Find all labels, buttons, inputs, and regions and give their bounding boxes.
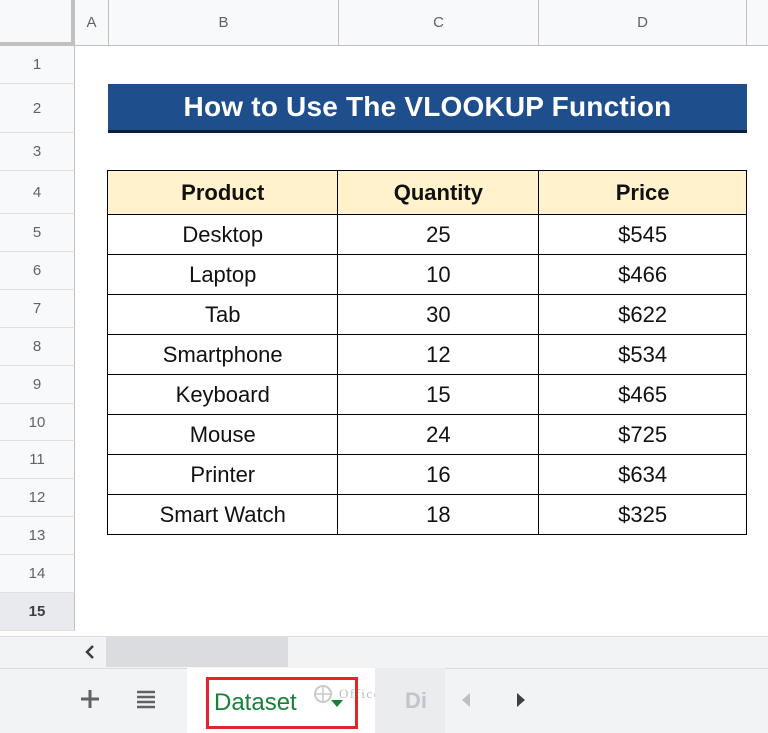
chevron-left-icon[interactable]	[75, 638, 105, 666]
row-header-6[interactable]: 6	[0, 252, 75, 290]
row-label: 7	[32, 300, 42, 317]
table-cell-price[interactable]: $325	[538, 494, 747, 535]
table-cell-price[interactable]: $725	[538, 414, 747, 455]
row-label: 13	[28, 527, 46, 544]
column-header-b[interactable]: B	[109, 0, 339, 46]
row-header-9[interactable]: 9	[0, 366, 75, 404]
table-cell-price[interactable]: $466	[538, 254, 747, 295]
table-row: Printer 16 $634	[107, 454, 747, 495]
table-cell-product[interactable]: Mouse	[107, 414, 339, 455]
table-cell-quantity[interactable]: 16	[337, 454, 540, 495]
table-cell-product[interactable]: Smart Watch	[107, 494, 339, 535]
page-title[interactable]: How to Use The VLOOKUP Function	[108, 84, 747, 133]
row-label: 11	[29, 451, 45, 468]
table-row: Laptop 10 $466	[107, 254, 747, 295]
table-cell-product[interactable]: Tab	[107, 294, 339, 335]
table-row: Smart Watch 18 $325	[107, 494, 747, 535]
row-header-14[interactable]: 14	[0, 555, 75, 593]
table-cell-quantity[interactable]: 18	[337, 494, 540, 535]
row-header-3[interactable]: 3	[0, 133, 75, 171]
table-header-price[interactable]: Price	[538, 170, 747, 215]
row-header-1[interactable]: 1	[0, 46, 75, 84]
row-header-15[interactable]: 15	[0, 593, 75, 631]
table-header-quantity[interactable]: Quantity	[337, 170, 540, 215]
row-header-12[interactable]: 12	[0, 479, 75, 517]
column-label: A	[86, 14, 97, 31]
table-row: Mouse 24 $725	[107, 414, 747, 455]
row-label: 14	[28, 565, 46, 582]
row-header-10[interactable]: 10	[0, 404, 75, 441]
menu-icon[interactable]	[131, 684, 161, 714]
column-label: C	[433, 14, 444, 31]
column-label: B	[218, 14, 229, 31]
scrollbar-thumb[interactable]	[106, 637, 288, 667]
table-cell-quantity[interactable]: 12	[337, 334, 540, 375]
product-table: Product Quantity Price Desktop 25 $545 Lapt…	[107, 170, 747, 535]
row-label: 8	[32, 338, 42, 355]
table-row: Desktop 25 $545	[107, 214, 747, 255]
row-label: 15	[28, 603, 46, 620]
row-label: 1	[32, 56, 42, 73]
column-header-d[interactable]: D	[539, 0, 747, 46]
column-label: D	[637, 14, 648, 31]
row-header-2[interactable]: 2	[0, 84, 75, 133]
tab-label: Dataset	[214, 689, 297, 716]
row-header-7[interactable]: 7	[0, 290, 75, 328]
row-header-11[interactable]: 11	[0, 441, 75, 479]
table-cell-product[interactable]: Laptop	[107, 254, 339, 295]
row-header-4[interactable]: 4	[0, 171, 75, 214]
tab-dataset-label[interactable]: Dataset	[214, 686, 324, 720]
row-label: 2	[32, 99, 42, 117]
table-cell-price[interactable]: $622	[538, 294, 747, 335]
table-cell-price[interactable]: $634	[538, 454, 747, 495]
row-label: 3	[32, 143, 42, 160]
row-header-13[interactable]: 13	[0, 517, 75, 555]
table-header-product[interactable]: Product	[107, 170, 339, 215]
row-header-8[interactable]: 8	[0, 328, 75, 366]
table-cell-product[interactable]: Keyboard	[107, 374, 339, 415]
row-label: 5	[32, 224, 42, 241]
column-header-c[interactable]: C	[339, 0, 539, 46]
row-label: 4	[32, 183, 42, 201]
table-cell-product[interactable]: Smartphone	[107, 334, 339, 375]
table-cell-quantity[interactable]: 15	[337, 374, 540, 415]
table-cell-quantity[interactable]: 25	[337, 214, 540, 255]
table-cell-price[interactable]: $545	[538, 214, 747, 255]
table-cell-price[interactable]: $465	[538, 374, 747, 415]
row-label: 12	[28, 489, 46, 506]
chevron-left-icon[interactable]	[452, 686, 480, 714]
column-header-a[interactable]: A	[75, 0, 109, 46]
row-label: 10	[28, 413, 46, 431]
table-cell-price[interactable]: $534	[538, 334, 747, 375]
row-label: 6	[32, 262, 42, 279]
chevron-right-icon[interactable]	[507, 686, 535, 714]
table-row: Tab 30 $622	[107, 294, 747, 335]
tab-next-partial[interactable]: Di	[375, 668, 445, 733]
table-row: Keyboard 15 $465	[107, 374, 747, 415]
table-cell-quantity[interactable]: 30	[337, 294, 540, 335]
table-cell-product[interactable]: Printer	[107, 454, 339, 495]
table-cell-quantity[interactable]: 10	[337, 254, 540, 295]
table-cell-product[interactable]: Desktop	[107, 214, 339, 255]
column-header-e[interactable]	[747, 0, 768, 46]
row-header-5[interactable]: 5	[0, 214, 75, 252]
tab-label: Di	[405, 687, 427, 713]
wheel-icon	[314, 685, 332, 703]
select-all-corner[interactable]	[0, 0, 75, 46]
row-label: 9	[32, 376, 42, 393]
table-cell-quantity[interactable]: 24	[337, 414, 540, 455]
table-row: Smartphone 12 $534	[107, 334, 747, 375]
plus-icon[interactable]	[75, 684, 105, 714]
